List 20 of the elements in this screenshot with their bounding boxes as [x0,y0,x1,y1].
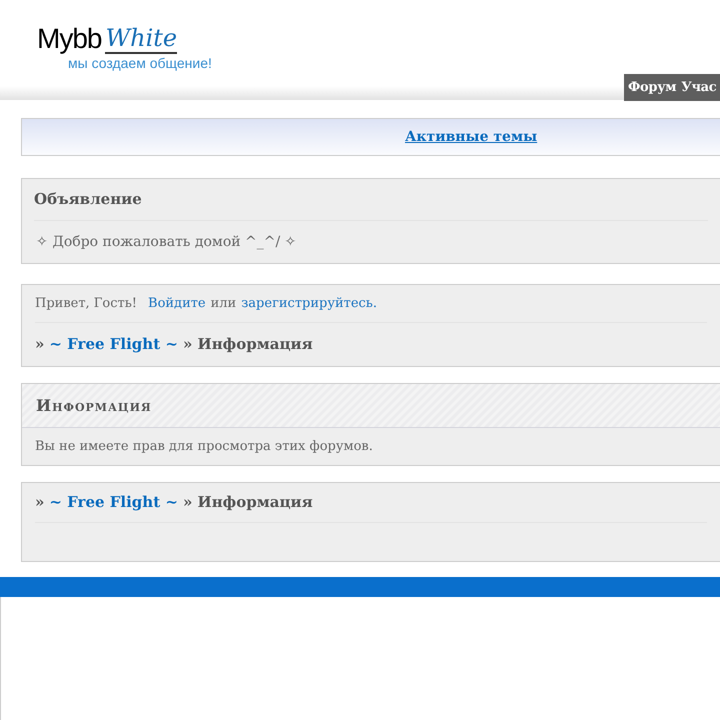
register-link[interactable]: зарегистрируйтесь. [241,294,378,314]
or-text: или [210,294,236,313]
nav-link[interactable]: Учас [681,78,716,98]
active-topics-link[interactable]: Активные темы [405,126,538,148]
announcement-text: ✧ Добро пожаловать домой ^_^/ ✧ [35,232,298,252]
greeting-text: Привет, Гость! [35,294,138,313]
nav-link[interactable]: Форум [628,78,676,98]
logo-tagline: мы создаем общение! [68,55,212,71]
announcement-title: Объявление [34,179,708,221]
info-title: Информация [36,394,152,416]
forum-link[interactable]: ~ Free Flight ~ [49,491,178,514]
logo-word: Mybb [37,24,102,54]
logo-script: White [105,24,178,54]
info-text: Вы не имеете прав для просмотра этих форумов. [34,438,374,456]
breadcrumb-text: » [35,492,44,514]
breadcrumb-text: » Информация [182,334,313,356]
login-link[interactable]: Войдите [148,294,206,314]
breadcrumb-text: » Информация [182,492,313,514]
breadcrumb-text: » [35,334,44,356]
forum-link[interactable]: ~ Free Flight ~ [49,333,178,356]
